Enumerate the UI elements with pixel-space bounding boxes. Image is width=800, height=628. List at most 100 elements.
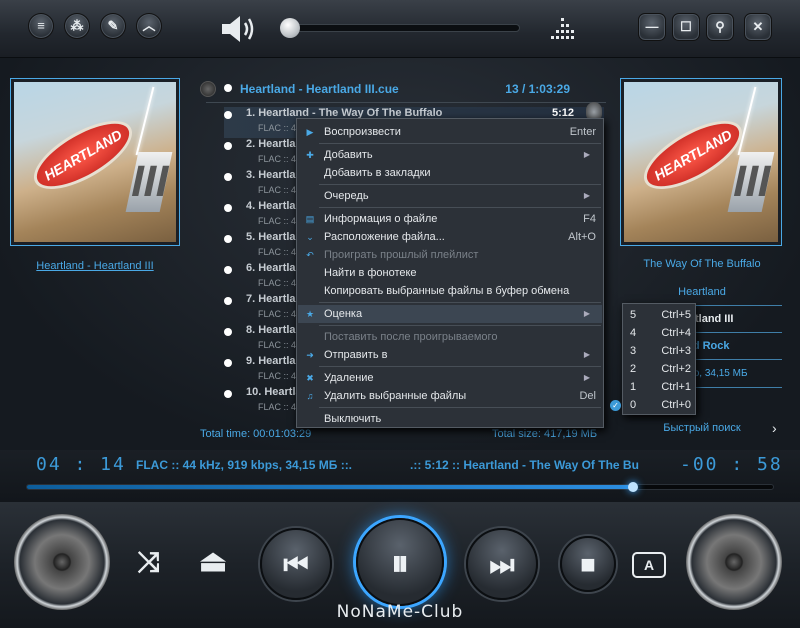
context-menu: ▶ Воспроизвести Enter ✚ Добавить ▶ Добавить в … — [296, 118, 604, 428]
previous-icon: ⏮ — [283, 549, 309, 580]
rating-shortcut: Ctrl+2 — [661, 363, 691, 375]
menu-item-label: Добавить в закладки — [324, 167, 431, 179]
eject-icon[interactable]: ⏏ — [192, 544, 234, 579]
menu-item[interactable]: ✖ Удаление ▶ — [298, 369, 602, 387]
rating-submenu: 5 Ctrl+5 4 Ctrl+4 3 Ctrl+3 2 Ctrl+2 1 Ctrl+1 0 Ctrl… — [610, 303, 696, 415]
menu-item-icon: ▤ — [305, 214, 315, 224]
menu-separator — [319, 407, 601, 408]
total-size: Total size: 417,19 МБ — [492, 428, 598, 440]
menu-item-icon: ♫ — [306, 391, 314, 401]
track-dot-icon — [224, 173, 232, 181]
track-dot-icon — [224, 142, 232, 150]
next-icon: ⏭ — [489, 549, 515, 580]
menu-item-label: Найти в фонотеке — [324, 267, 417, 279]
rating-item[interactable]: 1 Ctrl+1 — [624, 378, 696, 396]
previous-button[interactable]: ⏮ — [260, 528, 332, 600]
menu-item[interactable]: Очередь ▶ — [298, 187, 602, 205]
menu-item[interactable]: ♫ Удалить выбранные файлы Del — [298, 387, 602, 405]
menu-icon[interactable]: ≡ — [28, 13, 54, 39]
shuffle-icon[interactable]: ⤨ — [128, 546, 170, 579]
volume-knob[interactable] — [280, 18, 300, 38]
seek-knob[interactable] — [628, 482, 638, 492]
volume-slider[interactable] — [285, 24, 520, 32]
minimize-icon[interactable]: — — [638, 13, 666, 41]
menu-item-icon: ↶ — [306, 250, 314, 260]
menu-item[interactable]: ▶ Воспроизвести Enter — [298, 123, 602, 141]
track-dot-icon — [224, 235, 232, 243]
menu-item-shortcut: Del — [579, 390, 596, 402]
menu-item-icon: ▶ — [306, 127, 314, 137]
menu-item[interactable]: Найти в фонотеке — [298, 264, 602, 282]
menu-item[interactable]: Копировать выбранные файлы в буфер обмен… — [298, 282, 602, 300]
track-subinfo: FLAC :: 4 — [258, 185, 297, 195]
playlist-title[interactable]: Heartland - Heartland III.cue — [240, 82, 399, 96]
elapsed-time[interactable]: 04 : 14 — [36, 454, 126, 475]
track-subinfo: FLAC :: 4 — [258, 402, 297, 412]
playlist-summary: 13 / 1:03:29 — [505, 82, 570, 96]
menu-item-label: Поставить после проигрываемого — [324, 331, 498, 343]
wrench-icon[interactable]: ✎ — [100, 13, 126, 39]
menu-item[interactable]: Добавить в закладки — [298, 164, 602, 182]
track-subinfo: FLAC :: 4 — [258, 371, 297, 381]
menu-item[interactable]: ★ Оценка ▶ — [298, 305, 602, 323]
menu-item-icon: ✖ — [306, 373, 314, 383]
pause-icon: ⏸ — [391, 542, 409, 583]
menu-item-label: Оценка — [324, 308, 363, 320]
next-button[interactable]: ⏭ — [466, 528, 538, 600]
track-subinfo: FLAC :: 4 — [258, 340, 297, 350]
menu-item[interactable]: ▤ Информация о файле F4 — [298, 210, 602, 228]
menu-item[interactable]: ➜ Отправить в ▶ — [298, 346, 602, 364]
menu-item: ↶ Проиграть прошлый плейлист — [298, 246, 602, 264]
track-dot-icon — [224, 266, 232, 274]
watermark-brand: NoNaMe-Club — [336, 602, 464, 622]
status-bar: 04 : 14 FLAC :: 44 kHz, 919 kbps, 34,15 … — [0, 450, 800, 502]
format-info: FLAC :: 44 kHz, 919 kbps, 34,15 МБ ::. — [136, 458, 353, 472]
menu-separator — [319, 143, 601, 144]
stop-button[interactable]: ■ — [560, 536, 616, 592]
album-cover-right: HEARTLAND III — [620, 78, 782, 246]
track-subinfo: FLAC :: 4 — [258, 154, 297, 164]
quick-search-label: Быстрый поиск — [663, 422, 741, 434]
track-dot-icon — [224, 204, 232, 212]
now-playing-marquee: .:: 5:12 :: Heartland - The Way Of The B… — [410, 458, 639, 472]
track-subinfo: FLAC :: 4 — [258, 278, 297, 288]
menu-item-label: Удаление — [324, 372, 374, 384]
speaker-icon[interactable] — [218, 14, 258, 44]
rating-item[interactable]: 3 Ctrl+3 — [624, 342, 696, 360]
equalizer-icon[interactable] — [548, 14, 578, 44]
chevron-right-icon[interactable]: › — [772, 420, 777, 436]
menu-item[interactable]: ⌄ Расположение файла... Alt+O — [298, 228, 602, 246]
rating-item[interactable]: 2 Ctrl+2 — [624, 360, 696, 378]
menu-item-icon: ★ — [305, 309, 315, 319]
pause-button[interactable]: ⏸ — [356, 518, 444, 606]
total-time: Total time: 00:01:03:29 — [200, 428, 312, 440]
album-link[interactable]: Heartland - Heartland III — [10, 260, 180, 272]
menu-item[interactable]: Выключить — [298, 410, 602, 428]
close-icon[interactable]: ✕ — [744, 13, 772, 41]
rating-shortcut: Ctrl+5 — [661, 309, 691, 321]
chevron-up-icon[interactable]: ︿ — [136, 13, 162, 39]
rating-item[interactable]: 4 Ctrl+4 — [624, 324, 696, 342]
track-subinfo: FLAC :: 4 — [258, 216, 297, 226]
quick-search[interactable]: Быстрый поиск — [622, 422, 782, 442]
seek-bar[interactable] — [26, 484, 774, 490]
menu-item-label: Воспроизвести — [324, 126, 401, 138]
menu-item-label: Очередь — [324, 190, 369, 202]
track-subinfo: FLAC :: 4 — [258, 247, 297, 257]
rating-value: 5 — [630, 309, 637, 321]
repeat-icon[interactable]: A — [632, 552, 666, 578]
track-dot-icon — [224, 297, 232, 305]
info-track[interactable]: The Way Of The Buffalo — [622, 258, 782, 278]
remaining-time[interactable]: -00 : 58 — [680, 454, 783, 475]
menu-item-label: Расположение файла... — [324, 231, 445, 243]
rating-shortcut: Ctrl+3 — [661, 345, 691, 357]
maximize-icon[interactable]: ☐ — [672, 13, 700, 41]
rating-item[interactable]: 0 Ctrl+0 ✓ — [610, 396, 696, 414]
pin-icon[interactable]: ⚲ — [706, 13, 734, 41]
rating-item[interactable]: 5 Ctrl+5 — [624, 306, 696, 324]
menu-item-label: Копировать выбранные файлы в буфер обмен… — [324, 285, 570, 297]
menu-item[interactable]: ✚ Добавить ▶ — [298, 146, 602, 164]
nodes-icon[interactable]: ⁂ — [64, 13, 90, 39]
rating-value: 2 — [630, 363, 637, 375]
seek-fill — [27, 485, 632, 489]
